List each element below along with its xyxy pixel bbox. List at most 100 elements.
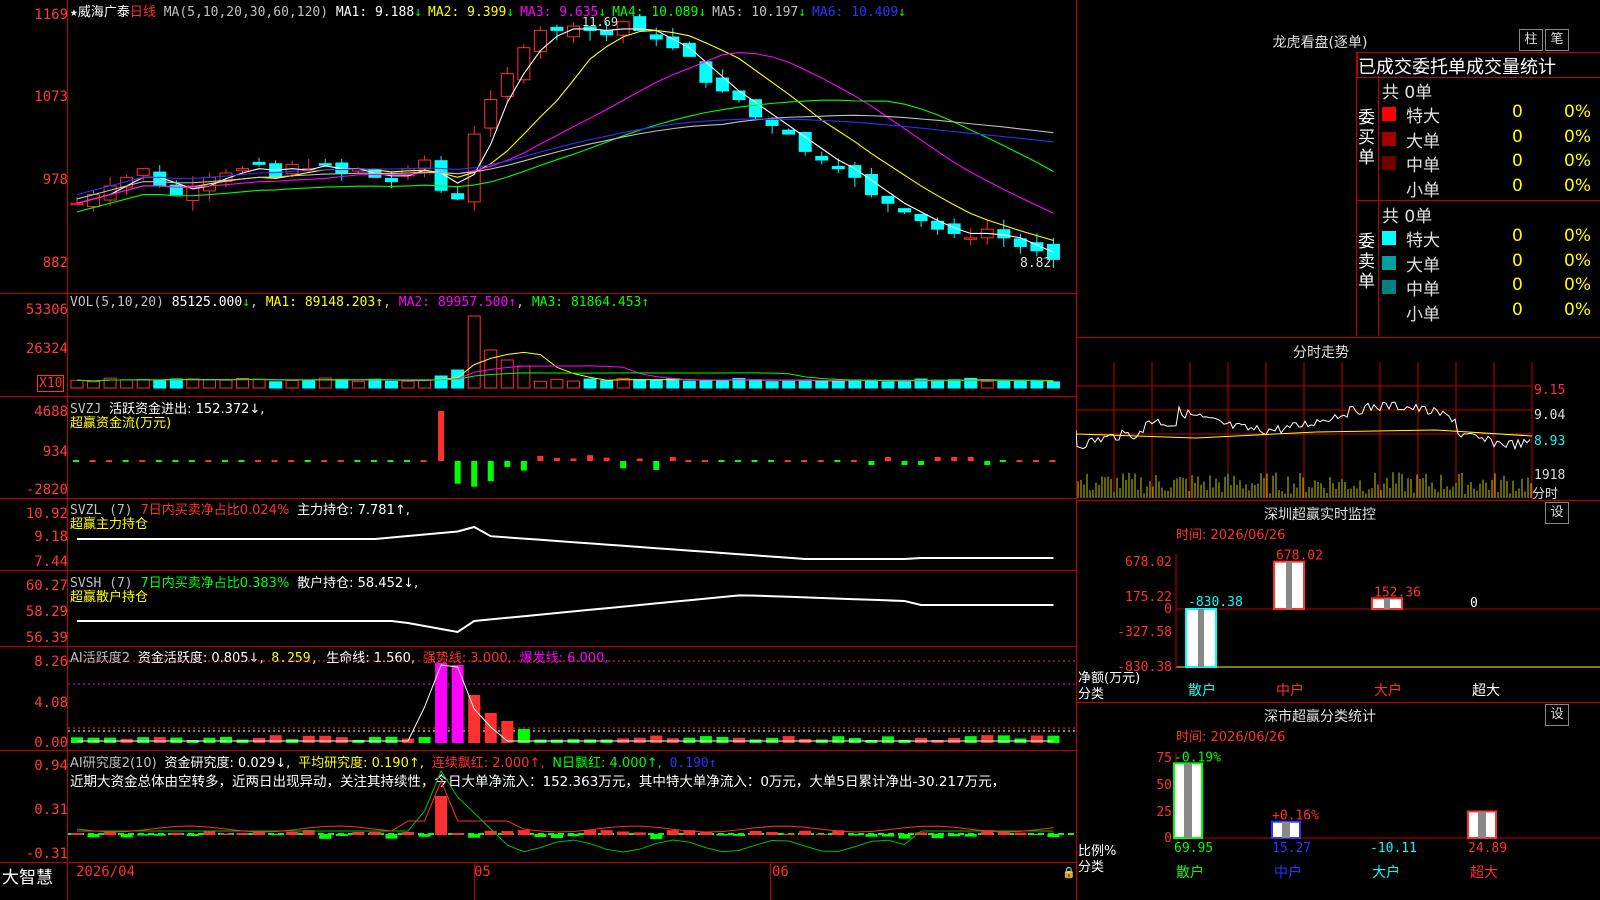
class-bar-shade xyxy=(1282,821,1290,838)
volume-bar xyxy=(169,378,183,389)
order-color-swatch xyxy=(1382,156,1396,170)
order-row-percent: 0% xyxy=(1564,151,1591,171)
research-bar xyxy=(236,833,249,835)
class-ratio-chart: 75 50 25 0 -0.19% 69.95 +0.16% 15.27 -10.11 24.89… xyxy=(1156,750,1600,881)
candle-body xyxy=(600,30,614,36)
volume-bar xyxy=(649,379,663,389)
order-color-swatch xyxy=(1382,255,1396,270)
flow-bar xyxy=(471,461,478,487)
date-label-3: 06 xyxy=(772,864,789,880)
sz-monitor-title: 深圳超赢实时监控 xyxy=(1264,507,1376,523)
tick-mode-button[interactable]: 笔 xyxy=(1545,29,1569,51)
flow-bar xyxy=(620,461,627,469)
flow-bar xyxy=(884,457,891,461)
class-bar-value: 15.27 xyxy=(1272,841,1311,856)
research-bar xyxy=(666,830,679,835)
candle-body xyxy=(484,99,498,129)
candle-body xyxy=(898,208,911,213)
order-row-count: 0 xyxy=(1512,126,1523,147)
candle-body xyxy=(252,161,266,165)
flow-bar xyxy=(504,461,511,467)
volume-chart xyxy=(70,315,1060,389)
order-row: 中单 0 0% xyxy=(1382,151,1600,176)
flow-bar xyxy=(901,461,908,465)
intraday-price-line xyxy=(1076,401,1531,451)
activity-bar xyxy=(368,736,381,743)
candle-body xyxy=(881,195,895,204)
buy-total: 共 0单 xyxy=(1382,83,1433,103)
candle-body xyxy=(964,237,978,240)
order-row-percent: 0% xyxy=(1564,226,1591,246)
volume-bar xyxy=(782,380,796,389)
research-bar xyxy=(716,834,729,836)
date-tick-3 xyxy=(770,862,771,900)
volume-bar xyxy=(881,381,895,389)
research-bar xyxy=(1014,832,1027,835)
volume-bar xyxy=(153,379,167,389)
research-bar xyxy=(881,834,894,837)
volume-bar xyxy=(931,379,945,389)
sz-y-label: 0 xyxy=(1164,602,1172,617)
research-bar xyxy=(848,834,861,836)
candle-body xyxy=(914,213,928,222)
flow-bar xyxy=(653,461,660,470)
volume-bar xyxy=(765,381,779,389)
date-tick-2 xyxy=(474,862,475,900)
candlestick-chart[interactable] xyxy=(0,0,1076,293)
order-row-count: 0 xyxy=(1512,250,1523,271)
sz-category-label: 大户 xyxy=(1374,682,1402,699)
activity-bar xyxy=(650,735,663,743)
volume-bar xyxy=(136,378,150,389)
class-category-label: 散户 xyxy=(1176,864,1204,881)
column-mode-button[interactable]: 柱 xyxy=(1519,29,1543,51)
class-category-title: 分类 xyxy=(1078,860,1105,875)
research-bar xyxy=(335,834,348,836)
research-bar xyxy=(385,834,398,839)
volume-bar xyxy=(600,380,614,389)
class-category-label: 大户 xyxy=(1372,864,1400,881)
volume-bar xyxy=(831,379,845,389)
volume-bar xyxy=(815,380,829,389)
retail-holding-chart xyxy=(77,594,1054,634)
panel-divider-7 xyxy=(0,862,1076,863)
research-bar xyxy=(584,830,597,835)
research-bar xyxy=(898,834,911,839)
order-row-percent: 0% xyxy=(1564,275,1591,295)
research-bar xyxy=(352,831,365,835)
order-row-percent: 0% xyxy=(1564,299,1591,320)
volume-bar xyxy=(401,380,415,389)
activity-bar xyxy=(153,737,166,743)
research-bar xyxy=(501,831,514,835)
volume-bar xyxy=(120,379,134,389)
research-bar xyxy=(402,831,414,835)
research-bar xyxy=(749,830,762,835)
research-bar xyxy=(368,831,381,835)
activity-bar xyxy=(104,737,117,743)
order-row-count: 0 xyxy=(1512,175,1523,196)
order-color-swatch xyxy=(1382,107,1396,121)
flow-bar xyxy=(520,461,527,471)
volume-bar xyxy=(533,380,547,389)
activity-bar xyxy=(915,737,928,743)
sz-bar-label: 152.36 xyxy=(1374,585,1421,600)
sz-monitor-settings-button[interactable]: 设 xyxy=(1545,502,1569,524)
activity-bar xyxy=(219,736,232,743)
lock-icon[interactable]: 🔒 xyxy=(1062,866,1076,879)
order-row: 小单 0 0% xyxy=(1382,175,1600,201)
activity-bar xyxy=(335,737,348,743)
flow-bar xyxy=(603,457,610,461)
activity-bar xyxy=(137,737,150,743)
volume-bar xyxy=(715,379,729,389)
flow-bar xyxy=(570,458,577,461)
intraday-bottom-border xyxy=(1076,500,1600,501)
activity-bar xyxy=(418,737,431,743)
sz-bar-shade xyxy=(1286,561,1292,609)
intraday-chart[interactable] xyxy=(1076,362,1600,500)
research-bar xyxy=(1047,834,1060,838)
volume-bar xyxy=(219,379,233,389)
class-stats-settings-button[interactable]: 设 xyxy=(1545,704,1569,726)
vol-ma3-line xyxy=(76,372,1054,382)
order-row: 大单 0 0% xyxy=(1382,126,1600,152)
order-table-label-border xyxy=(1378,76,1379,336)
volume-bar xyxy=(368,378,382,389)
